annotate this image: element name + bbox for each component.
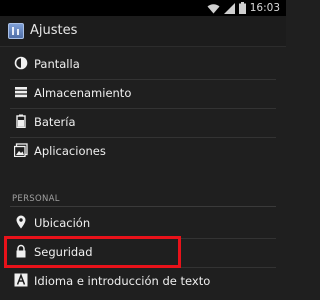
apps-icon [14,143,28,157]
settings-item-idioma[interactable]: Idioma e introducción de texto [0,267,286,296]
settings-item-aplicaciones[interactable]: Aplicaciones [0,137,286,166]
highlight-annotation-box [4,236,181,268]
battery-icon [16,114,26,128]
brightness-icon [14,56,28,70]
battery-icon [238,2,246,14]
settings-item-label: Almacenamiento [34,86,132,100]
action-bar: Ajustes [0,16,286,47]
settings-item-almacenamiento[interactable]: Almacenamiento [0,79,286,108]
settings-item-ubicacion[interactable]: Ubicación [0,209,286,238]
settings-item-bateria[interactable]: Batería [0,108,286,137]
section-divider [10,206,276,207]
settings-app-icon[interactable] [8,23,24,39]
settings-item-label: Ubicación [34,216,91,230]
section-header-personal: PERSONAL [12,194,60,204]
status-time: 16:03 [249,2,280,14]
action-bar-title: Ajustes [30,23,78,38]
wifi-icon [207,3,220,13]
settings-item-label: Idioma e introducción de texto [34,274,211,288]
settings-item-label: Aplicaciones [34,144,106,158]
status-bar: 16:03 [0,0,286,16]
signal-icon [223,2,235,14]
status-icons: 16:03 [207,1,280,15]
language-icon [14,273,28,287]
settings-item-label: Pantalla [34,57,80,71]
settings-item-pantalla[interactable]: Pantalla [0,50,286,79]
location-pin-icon [16,215,26,229]
settings-item-label: Batería [34,115,76,129]
android-settings-screen: 16:03 Ajustes Pantalla Almacenamiento Ba… [0,0,286,300]
storage-icon [15,87,27,98]
